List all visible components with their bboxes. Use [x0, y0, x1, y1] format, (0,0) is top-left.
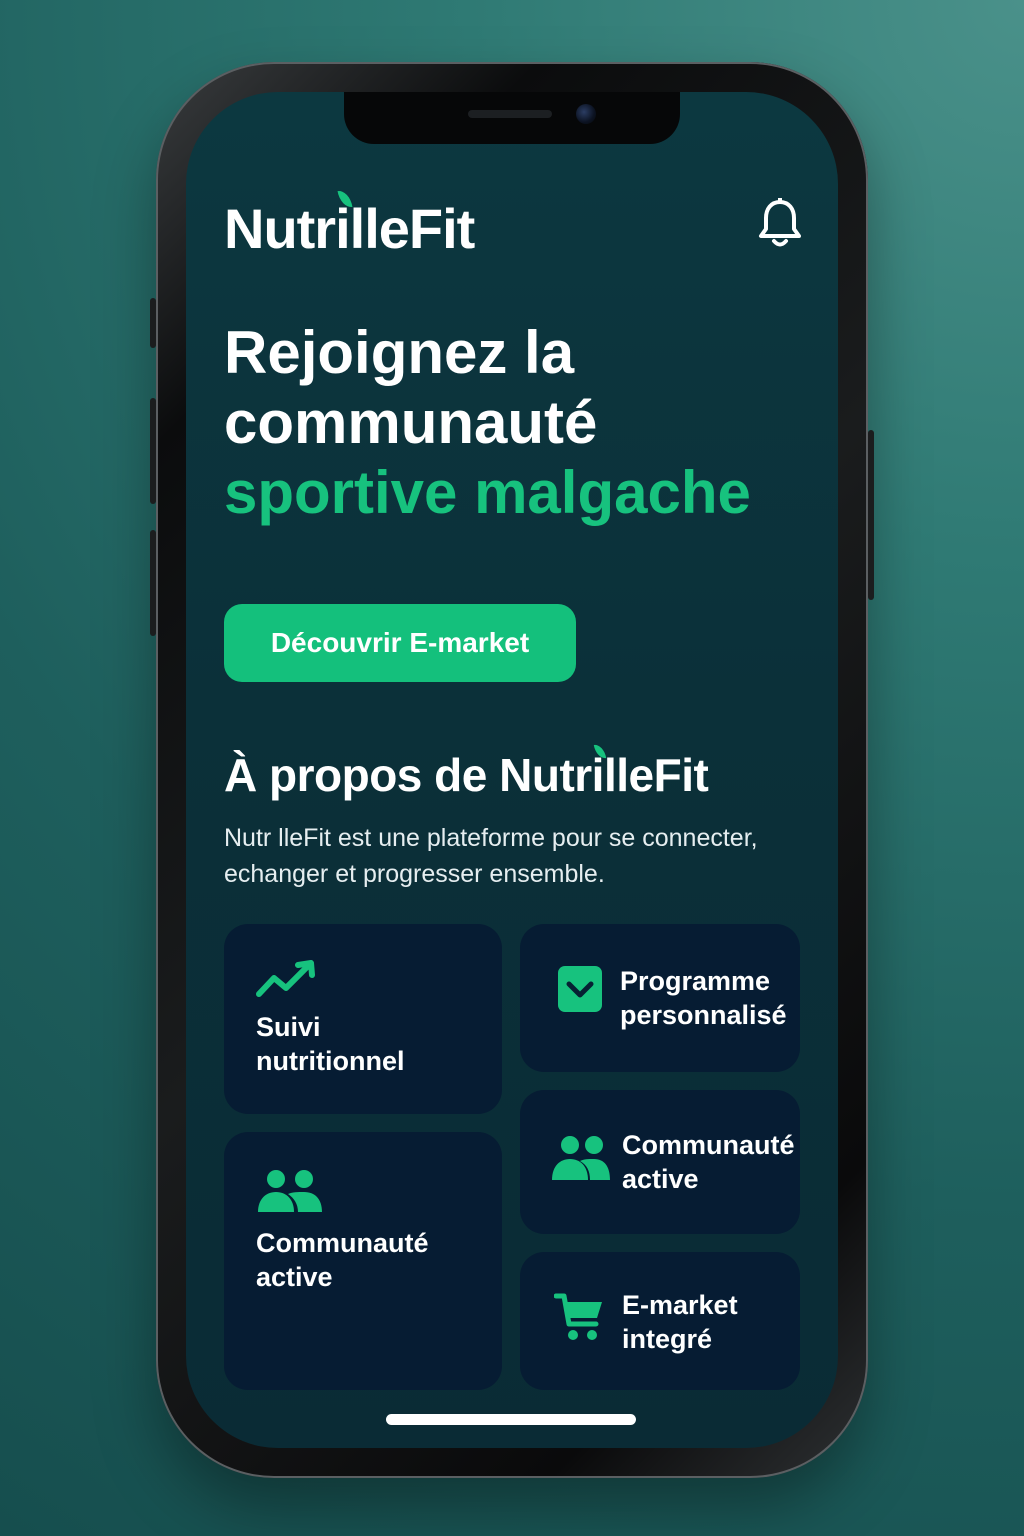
feature-label: Communauté active [622, 1130, 795, 1194]
community-icon [256, 1168, 324, 1219]
phone-frame: Nutri lleFit Rejoignez la communauté spor… [150, 62, 874, 1478]
about-title: À propos de Nutri lleFit [224, 743, 709, 802]
feature-card-nutrition[interactable]: Suivi nutritionnel [224, 924, 502, 1114]
front-camera [576, 104, 596, 124]
mute-switch [150, 298, 156, 348]
logo-text-suffix: lleFit [349, 197, 476, 260]
logo-text-prefix: Nutr [224, 197, 336, 260]
hero-line-2: communauté [224, 389, 598, 456]
about-title-prefix: À propos de Nutr [224, 749, 592, 801]
hero-line-1: Rejoignez la [224, 319, 575, 386]
feature-card-emarket[interactable]: E-market integré [520, 1252, 800, 1390]
notch [344, 92, 680, 144]
hero-accent-line: sportive malgache [224, 459, 751, 526]
home-indicator[interactable] [386, 1414, 636, 1425]
community-icon [550, 1134, 612, 1187]
hero-headline: Rejoignez la communauté sportive malgach… [224, 318, 824, 528]
power-button [868, 430, 874, 600]
feature-card-program[interactable]: Programme personnalisé [520, 924, 800, 1072]
feature-label: E-market integré [622, 1290, 738, 1354]
app-logo: Nutri lleFit [224, 189, 476, 261]
feature-card-community-large[interactable]: Communauté active [224, 1132, 502, 1390]
phone-screen: Nutri lleFit Rejoignez la communauté spor… [186, 92, 838, 1448]
feature-label: Suivi nutritionnel [256, 1012, 405, 1076]
feature-label: Communauté active [256, 1228, 429, 1292]
cart-icon [553, 1292, 606, 1349]
speaker-grille [468, 110, 552, 118]
discover-emarket-button[interactable]: Découvrir E-market [224, 604, 576, 682]
feature-card-community[interactable]: Communauté active [520, 1090, 800, 1234]
about-title-suffix: lleFit [603, 749, 709, 801]
about-description: Nutr lleFit est une plateforme pour se c… [224, 824, 758, 888]
volume-up-button [150, 398, 156, 504]
trend-up-icon [256, 960, 318, 1005]
feature-label: Programme personnalisé [620, 966, 787, 1030]
volume-down-button [150, 530, 156, 636]
notification-bell-icon[interactable] [758, 196, 802, 250]
check-square-icon [556, 964, 604, 1019]
